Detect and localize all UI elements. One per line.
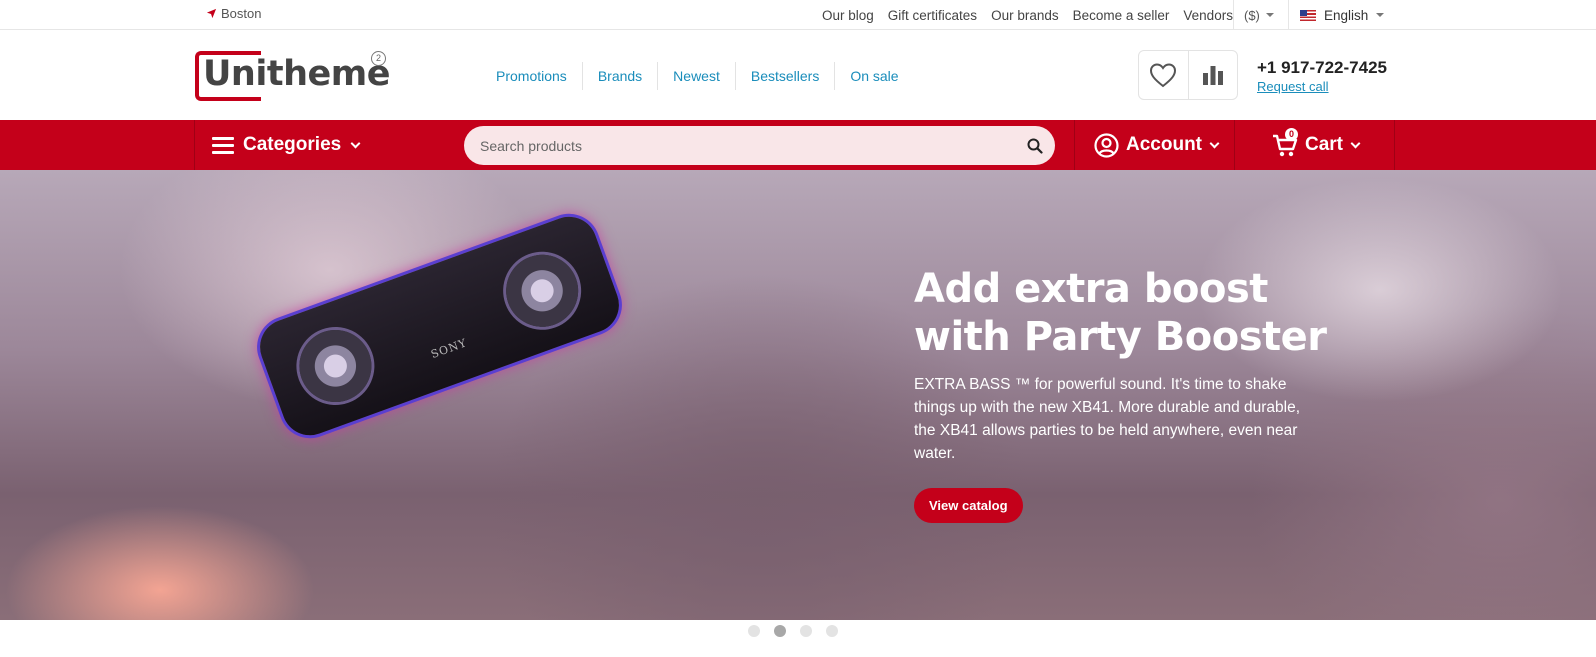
divider xyxy=(1074,120,1075,170)
search-input[interactable] xyxy=(464,126,1015,165)
header: Unitheme 2 Promotions Brands Newest Best… xyxy=(0,31,1596,120)
divider xyxy=(1394,120,1395,170)
view-catalog-button[interactable]: View catalog xyxy=(914,488,1023,523)
logo-badge: 2 xyxy=(371,51,386,66)
chevron-down-icon xyxy=(1376,13,1385,17)
speaker-image: SONY xyxy=(252,208,627,444)
divider xyxy=(194,120,195,170)
location-selector[interactable]: Boston xyxy=(206,6,261,21)
us-flag-icon xyxy=(1300,9,1316,21)
divider xyxy=(1288,0,1289,30)
slider-dot[interactable] xyxy=(748,625,760,637)
logo-text: Unitheme xyxy=(203,54,390,94)
menu-bar: Categories Account 0 Cart xyxy=(0,120,1596,170)
account-button[interactable]: Account xyxy=(1094,120,1220,170)
phone-number: +1 917-722-7425 xyxy=(1257,58,1387,77)
top-link-vendors[interactable]: Vendors xyxy=(1183,8,1233,23)
phone-block: +1 917-722-7425 Request call xyxy=(1257,58,1387,96)
speaker-driver xyxy=(495,244,589,337)
slider-dots xyxy=(748,625,838,637)
chevron-down-icon xyxy=(350,138,361,148)
heart-icon xyxy=(1150,63,1177,88)
hero-banner[interactable]: SONY Add extra boost with Party Booster … xyxy=(0,170,1596,620)
top-bar: Boston Our blog Gift certificates Our br… xyxy=(0,0,1596,30)
hero-copy: Add extra boost with Party Booster EXTRA… xyxy=(914,265,1334,523)
wishlist-button[interactable] xyxy=(1139,51,1188,99)
wishlist-compare-box xyxy=(1138,50,1238,100)
hero-title: Add extra boost with Party Booster xyxy=(914,266,1327,360)
nav-newest[interactable]: Newest xyxy=(657,62,735,90)
top-link-brands[interactable]: Our brands xyxy=(991,8,1059,23)
cart-count-badge: 0 xyxy=(1285,128,1298,141)
chevron-down-icon xyxy=(1209,138,1220,148)
language-selector[interactable]: English xyxy=(1300,0,1385,30)
menu-icon xyxy=(212,136,234,154)
cart-icon-wrap: 0 xyxy=(1272,128,1298,158)
divider xyxy=(1233,0,1234,30)
main-nav: Promotions Brands Newest Bestsellers On … xyxy=(496,62,914,90)
speaker-driver xyxy=(289,319,382,413)
compare-button[interactable] xyxy=(1187,51,1237,99)
location-arrow-icon xyxy=(206,8,217,19)
categories-label: Categories xyxy=(243,134,342,155)
location-label: Boston xyxy=(221,6,262,21)
cart-button[interactable]: 0 Cart xyxy=(1272,120,1361,170)
search-icon xyxy=(1027,138,1043,154)
divider xyxy=(1234,120,1235,170)
nav-promotions[interactable]: Promotions xyxy=(496,62,582,90)
request-call-link[interactable]: Request call xyxy=(1257,79,1329,94)
nav-on-sale[interactable]: On sale xyxy=(834,62,913,90)
top-links: Our blog Gift certificates Our brands Be… xyxy=(822,0,1233,30)
chevron-down-icon xyxy=(1350,138,1361,148)
nav-brands[interactable]: Brands xyxy=(581,62,657,90)
top-link-gift-certificates[interactable]: Gift certificates xyxy=(888,8,977,23)
chevron-down-icon xyxy=(1265,13,1274,17)
top-link-blog[interactable]: Our blog xyxy=(822,8,874,23)
speaker-brand: SONY xyxy=(429,336,469,362)
slider-dot[interactable] xyxy=(826,625,838,637)
user-circle-icon xyxy=(1094,132,1119,158)
slider-dot[interactable] xyxy=(800,625,812,637)
slider-dot[interactable] xyxy=(774,625,786,637)
currency-label: ($) xyxy=(1244,7,1260,23)
language-label: English xyxy=(1324,7,1369,23)
currency-selector[interactable]: ($) xyxy=(1244,0,1274,30)
hero-description: EXTRA BASS ™ for powerful sound. It's ti… xyxy=(914,376,1301,462)
search-button[interactable] xyxy=(1015,126,1055,165)
categories-button[interactable]: Categories xyxy=(212,120,361,170)
logo[interactable]: Unitheme 2 xyxy=(195,51,395,101)
nav-bestsellers[interactable]: Bestsellers xyxy=(734,62,834,90)
compare-chart-icon xyxy=(1202,66,1223,85)
cart-label: Cart xyxy=(1305,134,1344,155)
top-link-become-seller[interactable]: Become a seller xyxy=(1073,8,1170,23)
search-bar xyxy=(464,126,1055,165)
account-label: Account xyxy=(1126,134,1202,155)
